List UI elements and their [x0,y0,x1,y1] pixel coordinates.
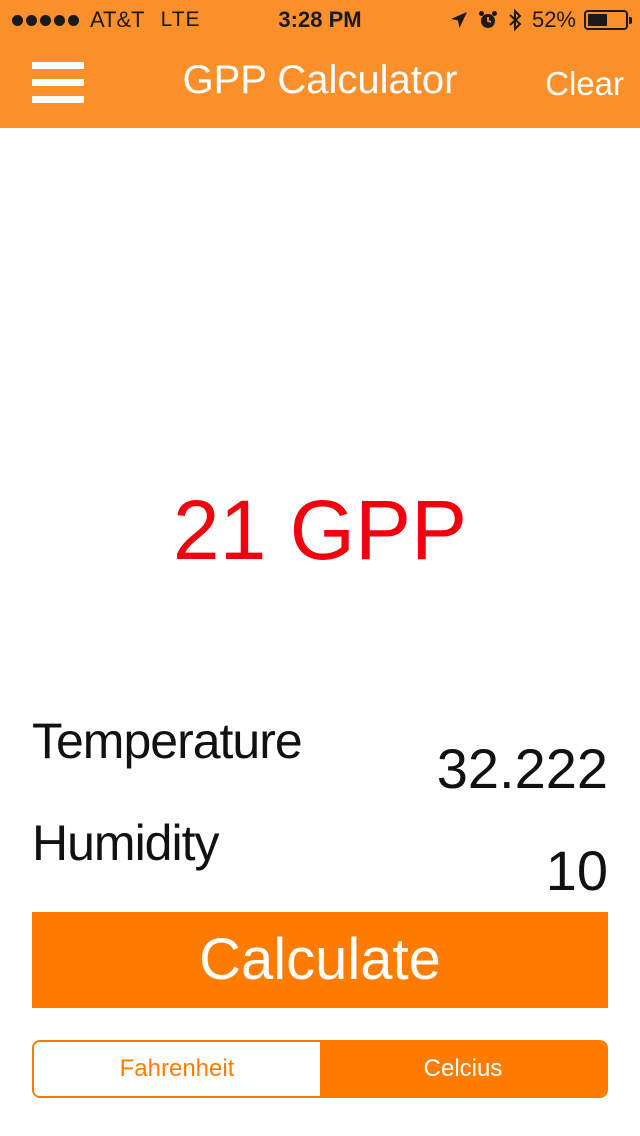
page-title: GPP Calculator [182,58,458,102]
segment-fahrenheit[interactable]: Fahrenheit [34,1042,320,1096]
calculate-button[interactable]: Calculate [32,912,608,1008]
battery-percent: 52% [531,7,576,32]
temperature-input[interactable] [308,736,608,801]
alarm-icon [478,10,498,30]
unit-segmented-control: Fahrenheit Celcius [32,1040,608,1098]
gpp-result: 21 GPP [172,483,468,577]
temperature-row: Temperature [32,712,608,802]
battery-icon [584,10,632,30]
location-arrow-icon [450,11,468,29]
humidity-label: Humidity [32,815,219,871]
status-bar: AT&T LTE 3:28 PM 52% [0,0,640,40]
navigation-bar: GPP Calculator Clear [0,40,640,128]
bluetooth-icon [508,9,522,31]
status-right: 52% [440,7,632,33]
clear-button[interactable]: Clear [545,65,624,103]
gpp-calculator-screen: AT&T LTE 3:28 PM 52% GPP Calculator Clea… [0,0,640,1136]
top-bar: AT&T LTE 3:28 PM 52% GPP Calculator Clea… [0,0,640,128]
humidity-row: Humidity [32,814,608,904]
battery-fill [588,14,607,26]
humidity-input[interactable] [308,838,608,903]
temperature-label: Temperature [32,713,303,769]
segment-celcius[interactable]: Celcius [320,1042,606,1096]
